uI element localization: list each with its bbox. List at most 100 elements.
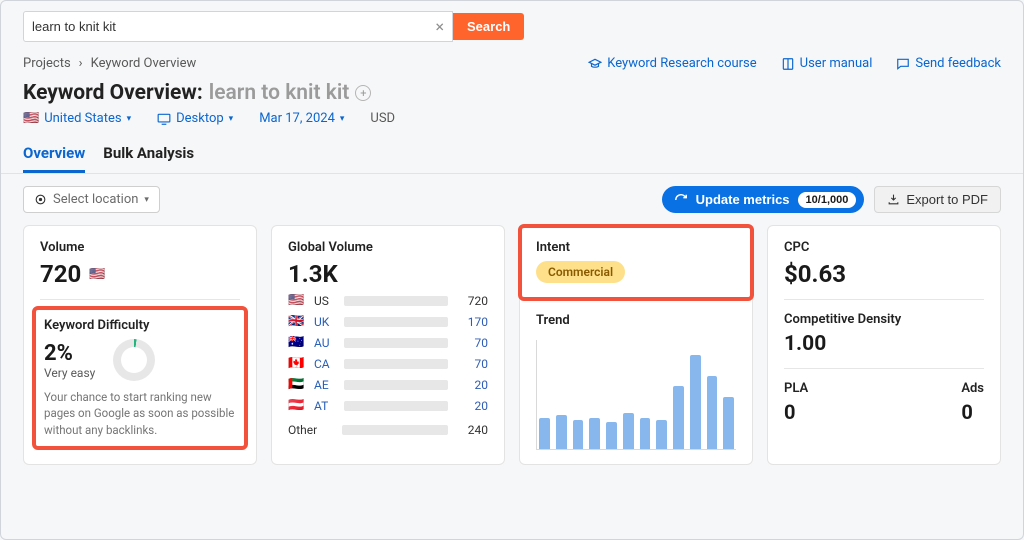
filter-currency: USD (370, 111, 395, 126)
trend-bar (556, 415, 567, 449)
pla-value: 0 (784, 400, 808, 424)
chevron-down-icon: ▾ (229, 114, 234, 124)
gv-bar (344, 317, 448, 327)
select-location[interactable]: Select location ▾ (23, 186, 160, 213)
flag-icon: 🇨🇦 (288, 356, 306, 371)
card-global-volume: Global Volume 1.3K 🇺🇸US720🇬🇧UK170🇦🇺AU70🇨… (271, 225, 505, 465)
volume-value: 720 (40, 261, 81, 287)
card-cpc: CPC $0.63 Competitive Density 1.00 PLA 0… (767, 225, 1001, 465)
trend-bar (589, 418, 600, 450)
update-count: 10/1,000 (798, 192, 857, 208)
gv-other-label: Other (288, 423, 334, 437)
tab-overview[interactable]: Overview (23, 136, 85, 173)
tabs: Overview Bulk Analysis (1, 136, 1023, 174)
divider (40, 299, 240, 300)
controls-row: Select location ▾ Update metrics 10/1,00… (1, 174, 1023, 225)
add-keyword-icon[interactable]: + (355, 85, 371, 101)
intent-label: Intent (536, 240, 736, 255)
trend-bar (673, 386, 684, 449)
tab-bulk-analysis[interactable]: Bulk Analysis (103, 136, 194, 173)
flag-icon: 🇬🇧 (288, 314, 306, 329)
cpc-value: $0.63 (784, 261, 984, 287)
pin-icon (34, 193, 47, 206)
gv-val: 70 (456, 357, 488, 371)
gv-cc: AT (314, 399, 336, 413)
gv-bar (344, 359, 448, 369)
export-pdf-button[interactable]: Export to PDF (874, 186, 1001, 213)
flag-icon: 🇺🇸 (288, 293, 306, 308)
kd-description: Your chance to start ranking new pages o… (44, 389, 236, 437)
refresh-icon (674, 193, 688, 207)
gv-val: 20 (456, 378, 488, 392)
kd-rating: Very easy (44, 366, 95, 380)
chat-icon (896, 57, 910, 71)
trend-bar (707, 376, 718, 450)
gv-cc: UK (314, 315, 336, 329)
gv-row[interactable]: 🇦🇹AT20 (288, 398, 488, 413)
filter-date[interactable]: Mar 17, 2024 ▾ (259, 111, 344, 126)
gv-row[interactable]: 🇺🇸 US 720 (288, 293, 488, 308)
trend-bar (640, 418, 651, 450)
link-course[interactable]: Keyword Research course (588, 56, 756, 71)
link-manual[interactable]: User manual (781, 56, 873, 71)
clear-icon[interactable]: × (435, 17, 444, 36)
gv-val: 720 (456, 294, 488, 308)
cpc-label: CPC (784, 240, 984, 255)
trend-bar (723, 397, 734, 450)
gv-row[interactable]: 🇨🇦 CA 70 (288, 356, 488, 371)
breadcrumb-root[interactable]: Projects (23, 56, 71, 71)
search-input-wrap[interactable]: × (23, 11, 453, 42)
global-volume-other: Other 240 (288, 423, 488, 437)
ads-label: Ads (961, 381, 984, 396)
filter-device[interactable]: Desktop ▾ (157, 111, 233, 126)
gv-row[interactable]: 🇦🇪AE20 (288, 377, 488, 392)
trend-bar (573, 420, 584, 449)
kd-value: 2% (44, 341, 95, 366)
trend-bar (606, 422, 617, 449)
volume-flag-icon: 🇺🇸 (89, 267, 105, 282)
filters: 🇺🇸 United States ▾ Desktop ▾ Mar 17, 202… (1, 111, 1023, 136)
volume-label: Volume (40, 240, 240, 255)
link-feedback[interactable]: Send feedback (896, 56, 1001, 71)
gv-bar (344, 338, 448, 348)
pla-label: PLA (784, 381, 808, 396)
trend-bar (539, 418, 550, 450)
flag-icon: 🇦🇪 (288, 377, 306, 392)
gv-bar (344, 401, 448, 411)
global-volume-total: 1.3K (288, 261, 488, 287)
card-intent-trend: Intent Commercial Trend (519, 225, 753, 465)
page-title-label: Keyword Overview: (23, 81, 203, 105)
search-input[interactable] (32, 19, 435, 34)
export-icon (887, 193, 900, 206)
graduation-cap-icon (588, 57, 602, 71)
page-title-term: learn to knit kit (209, 81, 350, 105)
filter-country[interactable]: 🇺🇸 United States ▾ (23, 111, 131, 126)
kd-gauge-icon (113, 339, 155, 381)
card-volume-kd: Volume 720 🇺🇸 Keyword Difficulty 2% Very… (23, 225, 257, 465)
gv-cc: US (314, 294, 336, 308)
divider (784, 368, 984, 369)
page-title: Keyword Overview: learn to knit kit + (1, 71, 1023, 111)
trend-chart (536, 340, 736, 450)
chevron-down-icon: ▾ (340, 114, 345, 124)
chevron-down-icon: ▾ (144, 195, 149, 205)
gv-row[interactable]: 🇬🇧 UK 170 (288, 314, 488, 329)
ads-value: 0 (961, 400, 984, 424)
divider (784, 299, 984, 300)
trend-bar (656, 420, 667, 449)
keyword-difficulty-section: Keyword Difficulty 2% Very easy Your cha… (34, 308, 246, 447)
right-controls: Update metrics 10/1,000 Export to PDF (662, 186, 1001, 213)
search-bar: × Search (1, 1, 1023, 50)
gv-cc: AU (314, 336, 336, 350)
gv-row[interactable]: 🇦🇺AU70 (288, 335, 488, 350)
flag-icon: 🇦🇺 (288, 335, 306, 350)
update-metrics-button[interactable]: Update metrics 10/1,000 (662, 186, 865, 213)
trend-label: Trend (536, 313, 736, 328)
gv-cc: CA (314, 357, 336, 371)
gv-other-val: 240 (456, 423, 488, 437)
header-links: Keyword Research course User manual Send… (588, 56, 1001, 71)
breadcrumb: Projects › Keyword Overview (23, 56, 196, 71)
gv-val: 170 (456, 315, 488, 329)
search-button[interactable]: Search (453, 13, 524, 40)
gv-bar (344, 296, 448, 306)
